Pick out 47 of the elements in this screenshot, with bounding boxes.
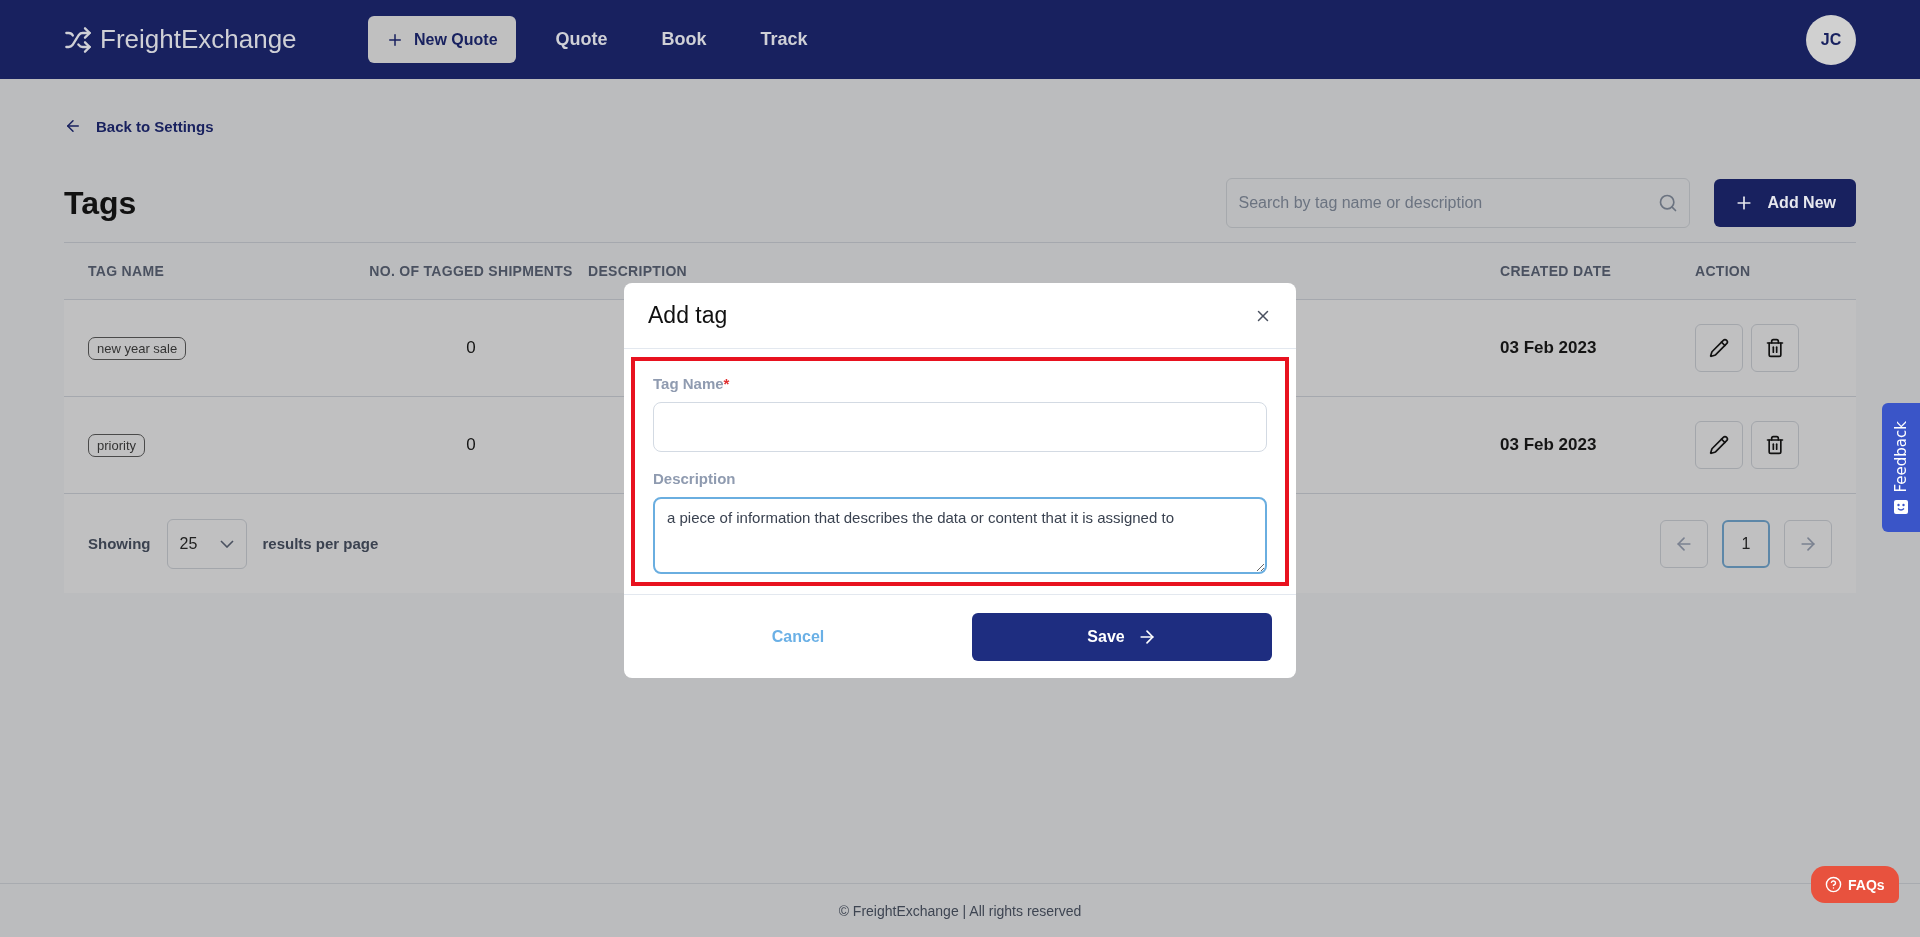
edit-button[interactable] bbox=[1695, 324, 1743, 372]
table-cell-text: 0 bbox=[465, 338, 477, 358]
logo-icon bbox=[64, 25, 92, 54]
column-header: TAG NAME bbox=[88, 263, 166, 279]
field-label: Tag Name* bbox=[653, 375, 731, 392]
search-field[interactable]: Search by tag name or description bbox=[1225, 178, 1690, 228]
add-new-button[interactable]: Add New bbox=[1713, 179, 1856, 227]
edit-button[interactable] bbox=[1695, 421, 1743, 469]
nav-link[interactable]: Quote bbox=[555, 29, 608, 50]
pencil-icon bbox=[1709, 338, 1729, 358]
table-cell-text: 0 bbox=[465, 435, 477, 455]
search-icon bbox=[1657, 193, 1678, 213]
input-field[interactable] bbox=[653, 402, 1267, 452]
showing-label: Showing bbox=[88, 535, 151, 552]
new-quote-button[interactable]: New Quote bbox=[368, 16, 516, 63]
column-header: DESCRIPTION bbox=[588, 263, 688, 279]
page-title: Tags bbox=[64, 184, 137, 222]
column-header: CREATED DATE bbox=[1500, 263, 1613, 279]
copyright-text: © FreightExchange | All rights reserved bbox=[838, 902, 1082, 919]
dialog-title: Add tag bbox=[648, 302, 728, 329]
column-header: ACTION bbox=[1695, 263, 1752, 279]
page-button[interactable]: 1 bbox=[1722, 519, 1770, 568]
back-link[interactable]: Back to Settings bbox=[64, 117, 1856, 135]
tag-chip: priority bbox=[88, 433, 145, 457]
faqs-button[interactable]: FAQs bbox=[1811, 866, 1899, 903]
nav-link[interactable]: Track bbox=[760, 29, 808, 50]
pencil-icon bbox=[1709, 435, 1729, 455]
feedback-tab[interactable]: Feedback bbox=[1882, 403, 1920, 532]
trash-icon bbox=[1765, 435, 1785, 455]
delete-button[interactable] bbox=[1751, 421, 1799, 469]
table-cell-text: 03 Feb 2023 bbox=[1500, 338, 1598, 358]
nav-link[interactable]: Book bbox=[661, 29, 707, 50]
per-page-select[interactable]: 25 bbox=[166, 518, 247, 569]
field-label: Description bbox=[653, 470, 737, 487]
column-header: NO. OF TAGGED SHIPMENTS bbox=[368, 263, 574, 279]
delete-button[interactable] bbox=[1751, 324, 1799, 372]
per-page-label: results per page bbox=[262, 535, 379, 552]
text-area[interactable]: a piece of information that describes the data or content that it is assigned to bbox=[653, 497, 1267, 574]
save-button[interactable]: Save bbox=[972, 612, 1272, 661]
trash-icon bbox=[1765, 338, 1785, 358]
help-icon bbox=[1825, 876, 1842, 893]
user-avatar[interactable]: JC bbox=[1806, 14, 1856, 65]
brand-name: FreightExchange bbox=[100, 24, 297, 55]
tag-chip: new year sale bbox=[88, 336, 187, 360]
chevron-down-icon bbox=[219, 539, 234, 548]
smiley-icon bbox=[1894, 500, 1908, 515]
table-cell-text: 03 Feb 2023 bbox=[1500, 435, 1598, 455]
